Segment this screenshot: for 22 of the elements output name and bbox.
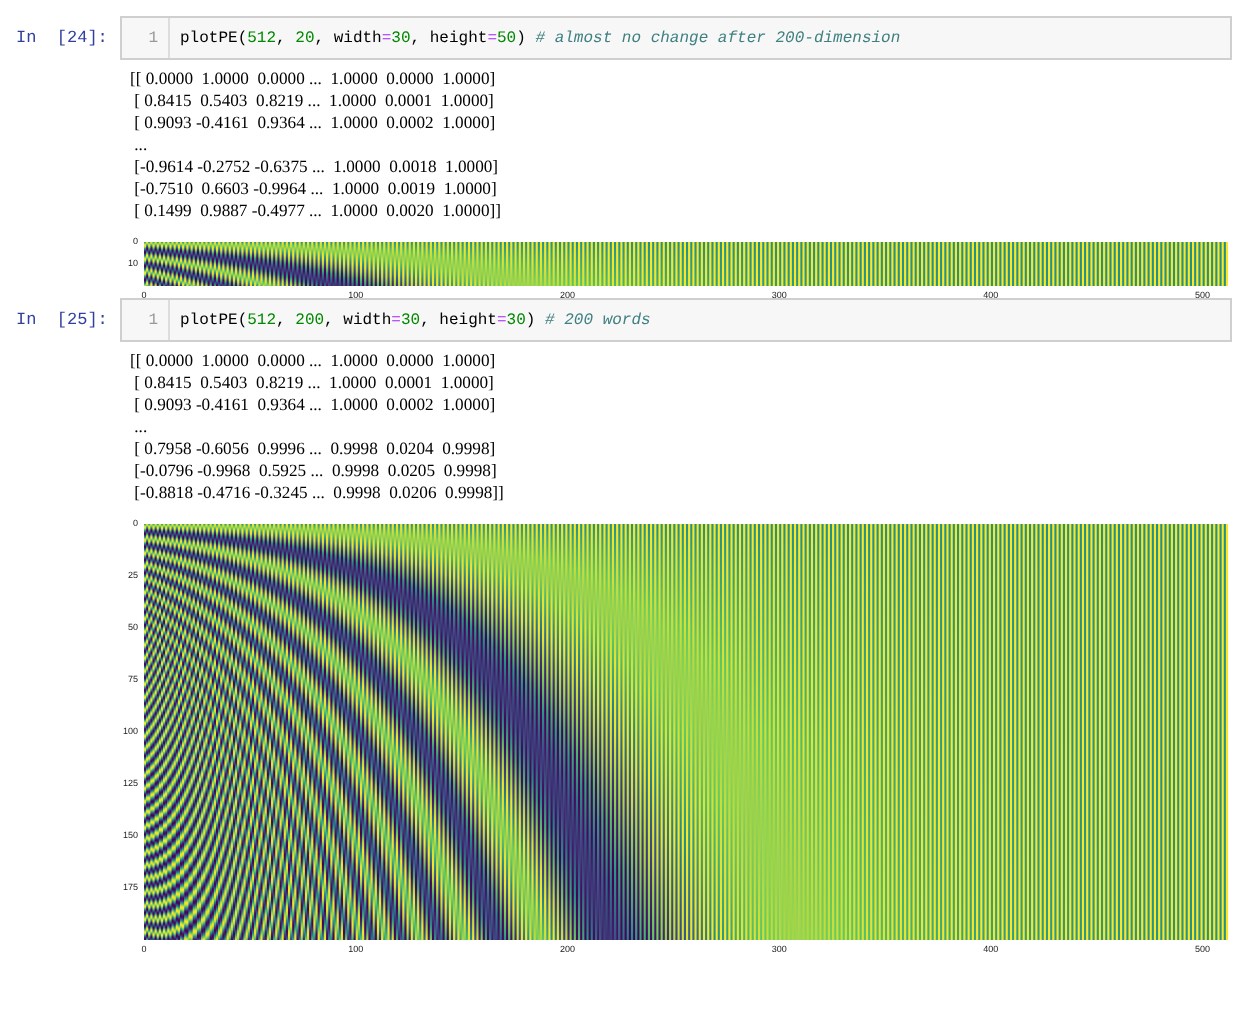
- output-line: [[ 0.0000 1.0000 0.0000 ... 1.0000 0.0000 1.0000]: [130, 68, 496, 90]
- output-line: [[ 0.0000 1.0000 0.0000 ... 1.0000 0.0000 1.0000]: [130, 350, 496, 372]
- input-prompt: In [25]:: [16, 308, 110, 334]
- code-line: plotPE(512, 200, width=30, height=30) # 200 words: [178, 311, 651, 329]
- line-number: 1: [122, 18, 170, 58]
- code-cell[interactable]: 1 plotPE(512, 200, width=30, height=30) # 200 words: [120, 298, 1232, 342]
- output-line: [-0.9614 -0.2752 -0.6375 ... 1.0000 0.0018 1.0000]: [132, 156, 499, 178]
- input-prompt: In [24]:: [16, 26, 110, 52]
- output-line: [ 0.7958 -0.6056 0.9996 ... 0.9998 0.0204 0.9998]: [132, 438, 496, 460]
- code-line: plotPE(512, 20, width=30, height=50) # almost no change after 200-dimension: [178, 29, 901, 47]
- output-line: [-0.7510 0.6603 -0.9964 ... 1.0000 0.0019 1.0000]: [132, 178, 497, 200]
- output-line: [-0.8818 -0.4716 -0.3245 ... 0.9998 0.0206 0.9998]]: [132, 482, 504, 504]
- output-line: [ 0.8415 0.5403 0.8219 ... 1.0000 0.0001 1.0000]: [132, 372, 494, 394]
- output-line: [ 0.9093 -0.4161 0.9364 ... 1.0000 0.0002 1.0000]: [132, 394, 496, 416]
- output-line: [-0.0796 -0.9968 0.5925 ... 0.9998 0.0205 0.9998]: [132, 460, 497, 482]
- line-number: 1: [122, 300, 170, 340]
- output-line: [ 0.1499 0.9887 -0.4977 ... 1.0000 0.0020 1.0000]]: [132, 200, 501, 222]
- output-line: [ 0.8415 0.5403 0.8219 ... 1.0000 0.0001 1.0000]: [132, 90, 494, 112]
- code-cell[interactable]: 1 plotPE(512, 20, width=30, height=50) # almost no change after 200-dimension: [120, 16, 1232, 60]
- output-line: [ 0.9093 -0.4161 0.9364 ... 1.0000 0.0002 1.0000]: [132, 112, 496, 134]
- output-line: ...: [132, 416, 148, 438]
- output-line: ...: [132, 134, 148, 156]
